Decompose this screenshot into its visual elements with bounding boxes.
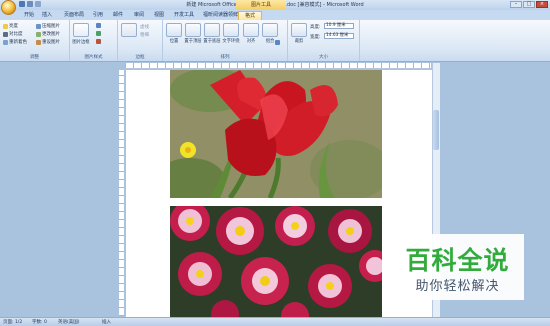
group-border: 虚线 粗细 边框 [118,20,163,61]
change-picture-icon [36,31,41,37]
save-icon[interactable] [19,1,25,7]
tab-view[interactable]: 视图 [154,11,164,20]
weight-button[interactable]: 粗细 [140,32,149,38]
tab-insert[interactable]: 插入 [42,11,52,20]
contrast-icon [3,31,8,37]
tulip-photo[interactable] [170,70,382,198]
height-input[interactable]: 10.9 厘米 [324,23,354,29]
status-insert-mode[interactable]: 插入 [102,319,111,325]
contrast-label: 对比度 [9,32,23,37]
text-wrapping-icon[interactable] [223,23,239,37]
brightness-label: 亮度 [9,24,18,29]
tab-developer[interactable]: 开发工具 [174,11,194,20]
minimize-button[interactable]: – [510,1,522,8]
send-to-back-icon[interactable] [204,23,220,37]
group-picture-styles-label: 图片样式 [84,55,103,60]
tab-home[interactable]: 开始 [24,11,34,20]
picture-effects-button[interactable] [96,31,101,36]
reset-picture-label: 重设图片 [42,40,60,45]
crop-icon[interactable] [291,23,307,37]
tulip-illustration [170,70,382,198]
height-control: 高度: [310,24,321,30]
border-icon [96,39,101,44]
scrollbar-thumb[interactable] [433,110,439,150]
crop-label: 裁剪 [294,39,304,44]
group-arrange: 位置 置于顶层 置于底层 文字环绕 对齐 组合 排列 [163,20,288,61]
compress-icon [36,23,41,29]
window-controls: – □ × [510,1,548,8]
group-adjust: 亮度 对比度 重新着色 压缩图片 更改图片 重设图片 调整 [0,20,70,61]
align-icon[interactable] [243,23,259,37]
compress-pictures-button[interactable]: 压缩图片 [36,23,60,29]
status-language[interactable]: 英语(美国) [58,319,80,325]
align-label: 对齐 [246,39,256,44]
ribbon: 亮度 对比度 重新着色 压缩图片 更改图片 重设图片 调整 图片边框 图片样式 … [0,20,550,62]
close-button[interactable]: × [536,1,548,8]
effects-icon [96,31,101,36]
group-objects-icon[interactable] [262,23,278,37]
group-size-label: 大小 [319,55,328,60]
picture-border-label: 图片边框 [72,40,90,45]
tab-page-layout[interactable]: 页面布局 [64,11,84,20]
recolor-icon [3,39,8,45]
quick-access-toolbar [19,1,41,7]
shape-icon [96,23,101,28]
text-wrapping-label: 文字环绕 [222,39,240,44]
reset-picture-button[interactable]: 重设图片 [36,39,60,45]
change-picture-label: 更改图片 [42,32,60,37]
office-button[interactable] [1,0,16,15]
vertical-ruler[interactable] [119,70,124,316]
dash-button[interactable]: 虚线 [140,24,149,30]
tab-review[interactable]: 审阅 [134,11,144,20]
status-bar: 页面: 1/2 字数: 0 英语(美国) 插入 [0,317,550,326]
width-label: 宽度: [310,35,321,40]
orchid-illustration [170,206,382,317]
height-label: 高度: [310,25,321,30]
tab-foxit[interactable]: 福昕阅读器领鲜版 [203,11,243,20]
picture-border-button[interactable] [96,39,101,44]
status-word-count[interactable]: 字数: 0 [32,319,47,325]
title-bar: 新建 Microsoft Office Word 97-2003 文档.doc … [0,0,550,10]
brightness-button[interactable]: 亮度 [3,23,18,29]
compress-label: 压缩图片 [42,24,60,29]
change-picture-button[interactable]: 更改图片 [36,31,60,37]
brightness-icon [3,23,8,29]
picture-shape-button[interactable] [96,23,101,28]
position-label: 位置 [169,39,179,44]
horizontal-ruler[interactable] [125,63,431,69]
group-arrange-label: 排列 [220,55,230,60]
position-icon[interactable] [166,23,182,37]
watermark-overlay: 百科全说 助你轻松解决 [391,234,524,300]
rotate-button[interactable] [275,40,280,45]
status-page[interactable]: 页面: 1/2 [3,319,22,325]
bring-to-front-icon[interactable] [185,23,201,37]
recolor-button[interactable]: 重新着色 [3,39,27,45]
picture-style-gallery[interactable] [73,23,89,37]
weight-label: 粗细 [140,33,149,38]
watermark-subtitle: 助你轻松解决 [415,279,500,294]
tab-format[interactable]: 格式 [238,11,263,20]
group-size: 裁剪 高度: 10.9 厘米 宽度: 14.63 厘米 大小 [288,20,360,61]
undo-icon[interactable] [27,1,33,7]
rotate-icon [275,40,280,45]
redo-icon[interactable] [35,1,41,7]
border-color-button[interactable] [121,23,137,37]
width-input[interactable]: 14.63 厘米 [324,33,354,39]
contrast-button[interactable]: 对比度 [3,31,23,37]
recolor-label: 重新着色 [9,40,27,45]
dash-label: 虚线 [140,25,149,30]
width-control: 宽度: [310,34,321,40]
ribbon-tabs: 开始 插入 页面布局 引用 邮件 审阅 视图 开发工具 福昕阅读器领鲜版 格式 … [0,10,550,28]
reset-picture-icon [36,39,41,45]
group-border-label: 边框 [135,55,145,60]
group-picture-styles: 图片边框 图片样式 [70,20,118,61]
maximize-button[interactable]: □ [523,1,535,8]
tab-references[interactable]: 引用 [93,11,103,20]
watermark-title: 百科全说 [405,246,510,275]
group-adjust-label: 调整 [30,55,39,60]
picture-tools-context-tab: 图片工具 [236,0,286,10]
orchid-photo[interactable] [170,206,382,317]
tab-mailings[interactable]: 邮件 [113,11,123,20]
